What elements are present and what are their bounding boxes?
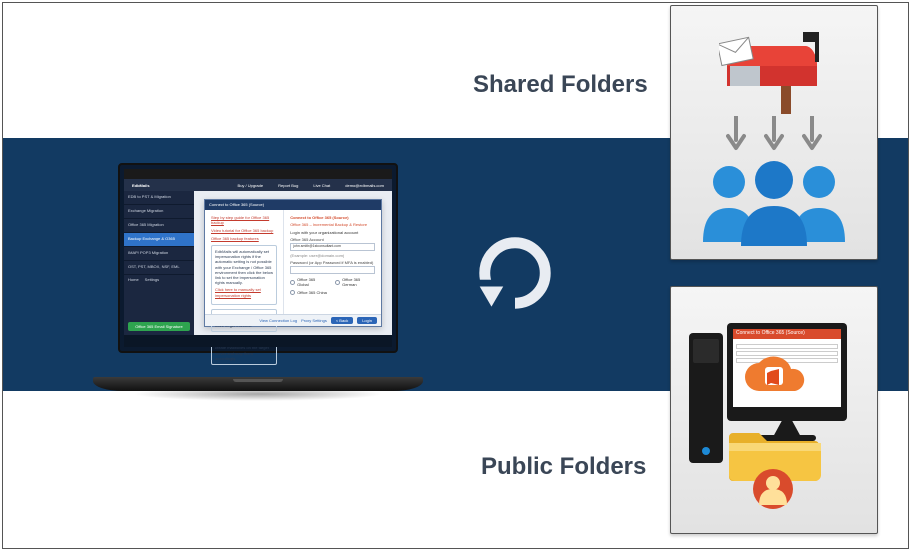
public-folders-card: Connect to Office 365 (Source): [670, 286, 878, 534]
people-group-icon: [689, 156, 859, 246]
window-titlebar: [124, 169, 392, 179]
dialog-footer: View Connection Log Proxy Settings < Bac…: [205, 314, 381, 326]
radio-global[interactable]: Office 365 Global: [290, 277, 327, 287]
right-column: Connect to Office 365 (Source): [670, 3, 878, 548]
sidebar-settings[interactable]: Settings: [145, 277, 159, 282]
login-heading: Login with your organizational account: [290, 230, 375, 235]
nav-report[interactable]: Report Bug: [278, 183, 298, 188]
nav-buy[interactable]: Buy / Upgrade: [238, 183, 264, 188]
radio-china[interactable]: Office 365 China: [290, 290, 327, 295]
radio-label: Office 365 Global: [297, 277, 327, 287]
form-subtitle: Office 365 – Incremental Backup & Restor…: [290, 222, 375, 227]
note-text: EdbMails will automatically set imperson…: [215, 249, 273, 285]
public-folders-illustration: Connect to Office 365 (Source): [689, 315, 859, 500]
arrow-down-icon: [764, 116, 784, 152]
login-button[interactable]: Login: [357, 317, 377, 324]
back-button[interactable]: < Back: [331, 317, 353, 324]
nav-brand: EdbMails: [132, 183, 150, 188]
dialog-body: Step by step guide for Office 365 backup…: [205, 210, 381, 314]
help-link[interactable]: Step by step guide for Office 365 backup: [211, 215, 277, 225]
view-log-link[interactable]: View Connection Log: [259, 318, 297, 323]
set-rights-link[interactable]: Click here to manually set impersonation…: [215, 287, 273, 297]
refresh-icon: [473, 231, 557, 315]
account-input[interactable]: john.smith@1stconsultant.com: [290, 243, 375, 251]
sidebar-item[interactable]: Exchange Migration: [124, 205, 194, 219]
radio-german[interactable]: Office 365 German: [335, 277, 375, 287]
password-input[interactable]: [290, 266, 375, 274]
arrow-down-icon: [802, 116, 822, 152]
sidebar-item[interactable]: OST, PST, MBOX, NSF, EML: [124, 261, 194, 275]
proxy-link[interactable]: Proxy Settings: [301, 318, 327, 323]
monitor-title: Connect to Office 365 (Source): [733, 329, 841, 339]
help-link[interactable]: Office 365 backup features: [211, 236, 277, 241]
public-folders-label: Public Folders: [481, 453, 646, 481]
laptop-illustration: EdbMails Buy / Upgrade Report Bug Live C…: [103, 163, 413, 383]
nav-chat[interactable]: Live Chat: [313, 183, 330, 188]
sidebar-cta[interactable]: Office 365 Email Signature: [128, 322, 190, 331]
radio-label: Office 365 German: [342, 277, 375, 287]
main-pane: Connect to Office 365 (Source) Step by s…: [194, 191, 392, 335]
mailbox-icon: [719, 26, 829, 121]
arrow-down-icon: [726, 116, 746, 152]
nav-account[interactable]: demo@edbmails.com: [345, 183, 384, 188]
distribution-arrows: [671, 116, 877, 152]
app-top-nav: EdbMails Buy / Upgrade Report Bug Live C…: [124, 179, 392, 191]
canvas-frame: EdbMails Buy / Upgrade Report Bug Live C…: [2, 2, 909, 549]
sidebar-home[interactable]: Home: [128, 277, 139, 282]
radio-label: Office 365 China: [297, 290, 327, 295]
app-sidebar: EDB to PST & Migration Exchange Migratio…: [124, 191, 194, 335]
account-hint: (Example: user@domain.com): [290, 253, 375, 258]
laptop-base: [93, 377, 423, 391]
help-link[interactable]: Video tutorial for Office 365 backup: [211, 228, 277, 233]
sidebar-item[interactable]: EDB to PST & Migration: [124, 191, 194, 205]
account-label: Office 365 Account: [290, 237, 375, 242]
sidebar-item-active[interactable]: Backup Exchange & O365: [124, 233, 194, 247]
info-note: EdbMails will automatically set imperson…: [211, 245, 277, 305]
dialog-left: Step by step guide for Office 365 backup…: [205, 210, 284, 314]
shared-folders-label: Shared Folders: [473, 71, 648, 99]
sidebar-item[interactable]: IMAP/ POP3 Migration: [124, 247, 194, 261]
server-icon: [689, 333, 723, 463]
app-body: EDB to PST & Migration Exchange Migratio…: [124, 191, 392, 335]
form-title: Connect to Office 365 (Source): [290, 215, 375, 220]
dialog-title: Connect to Office 365 (Source): [205, 200, 381, 210]
app-window: EdbMails Buy / Upgrade Report Bug Live C…: [124, 169, 392, 347]
person-icon: [751, 467, 795, 516]
windows-taskbar: [124, 335, 392, 347]
password-label: Password (or App Password if MFA is enab…: [290, 260, 375, 265]
dialog-right: Connect to Office 365 (Source) Office 36…: [284, 210, 381, 314]
cloud-office-icon: [741, 355, 805, 399]
sidebar-item[interactable]: Office 365 Migration: [124, 219, 194, 233]
laptop-screen: EdbMails Buy / Upgrade Report Bug Live C…: [118, 163, 398, 353]
shared-folders-card: [670, 5, 878, 260]
connect-dialog: Connect to Office 365 (Source) Step by s…: [204, 199, 382, 327]
